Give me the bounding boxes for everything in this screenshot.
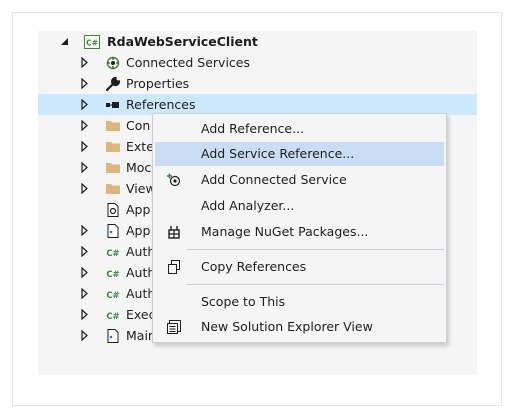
tree-row-connected-services[interactable]: Connected Services [38, 52, 477, 73]
menu-item-label: Add Service Reference... [201, 146, 355, 161]
tree-item-label: Con [126, 118, 151, 133]
collapsed-arrow-icon[interactable] [80, 141, 90, 152]
csharp-file-icon: C# [105, 244, 121, 260]
menu-item-add-connected-service[interactable]: Add Connected Service [155, 168, 444, 192]
tree-item-label: Auth [126, 244, 156, 259]
collapsed-arrow-icon[interactable] [80, 78, 90, 89]
collapsed-arrow-icon[interactable] [80, 267, 90, 278]
menu-item-label: New Solution Explorer View [201, 319, 373, 334]
menu-item-label: Manage NuGet Packages... [201, 224, 369, 239]
menu-item-label: Add Reference... [201, 121, 305, 136]
csharp-file-icon: C# [105, 265, 121, 281]
connected-service-icon [166, 172, 182, 188]
svg-text:C#: C# [106, 312, 119, 322]
tree-item-label: Properties [126, 76, 190, 91]
collapsed-arrow-icon[interactable] [80, 120, 90, 131]
tree-row-properties[interactable]: Properties [38, 73, 477, 94]
project-name: RdaWebServiceClient [107, 34, 258, 49]
menu-item-label: Add Connected Service [201, 172, 347, 187]
tree-item-label: Moc [126, 160, 152, 175]
svg-text:C#: C# [86, 39, 98, 48]
svg-text:C#: C# [106, 249, 119, 259]
menu-item-new-solution-explorer-view[interactable]: New Solution Explorer View [155, 315, 444, 339]
collapsed-arrow-icon[interactable] [80, 183, 90, 194]
svg-text:C#: C# [106, 270, 119, 280]
collapsed-arrow-icon[interactable] [80, 99, 90, 110]
menu-item-label: Scope to This [201, 294, 286, 309]
nuget-icon [166, 224, 182, 240]
xaml-file-icon [105, 328, 121, 344]
copy-icon [166, 259, 182, 275]
menu-item-label: Add Analyzer... [201, 198, 295, 213]
collapsed-arrow-icon[interactable] [80, 288, 90, 299]
expanded-arrow-icon[interactable] [60, 36, 70, 47]
connected-services-icon [105, 55, 121, 71]
new-view-icon [166, 319, 182, 335]
collapsed-arrow-icon[interactable] [80, 246, 90, 257]
folder-icon [105, 118, 121, 134]
menu-separator [187, 284, 444, 285]
tree-row-project[interactable]: C# RdaWebServiceClient [38, 31, 477, 52]
context-menu: Add Reference... Add Service Reference..… [152, 113, 447, 343]
csharp-file-icon: C# [105, 307, 121, 323]
menu-item-label: Copy References [201, 259, 307, 274]
menu-item-add-reference[interactable]: Add Reference... [155, 117, 444, 141]
collapsed-arrow-icon[interactable] [80, 225, 90, 236]
csharp-project-icon: C# [84, 34, 100, 50]
tree-item-label: References [126, 97, 196, 112]
menu-separator [187, 249, 444, 250]
tree-item-label: Auth [126, 265, 156, 280]
csharp-file-icon: C# [105, 286, 121, 302]
collapsed-arrow-icon[interactable] [80, 309, 90, 320]
folder-icon [105, 181, 121, 197]
tree-item-label: Connected Services [126, 55, 250, 70]
references-icon [105, 97, 121, 113]
folder-icon [105, 139, 121, 155]
collapsed-arrow-icon[interactable] [80, 57, 90, 68]
menu-item-copy-references[interactable]: Copy References [155, 255, 444, 279]
menu-item-scope-to-this[interactable]: Scope to This [155, 290, 444, 314]
menu-item-add-service-reference[interactable]: Add Service Reference... [155, 142, 444, 166]
tree-item-label: Auth [126, 286, 156, 301]
tree-item-label: App [126, 202, 151, 217]
tree-item-label: App [126, 223, 151, 238]
menu-item-add-analyzer[interactable]: Add Analyzer... [155, 194, 444, 218]
svg-text:C#: C# [106, 291, 119, 301]
wrench-icon [105, 76, 121, 92]
menu-item-manage-nuget[interactable]: Manage NuGet Packages... [155, 220, 444, 244]
tree-item-label: Exte [126, 139, 154, 154]
config-file-icon [105, 202, 121, 218]
collapsed-arrow-icon[interactable] [80, 330, 90, 341]
tree-row-references[interactable]: References [38, 94, 477, 115]
xaml-file-icon [105, 223, 121, 239]
collapsed-arrow-icon[interactable] [80, 162, 90, 173]
folder-icon [105, 160, 121, 176]
